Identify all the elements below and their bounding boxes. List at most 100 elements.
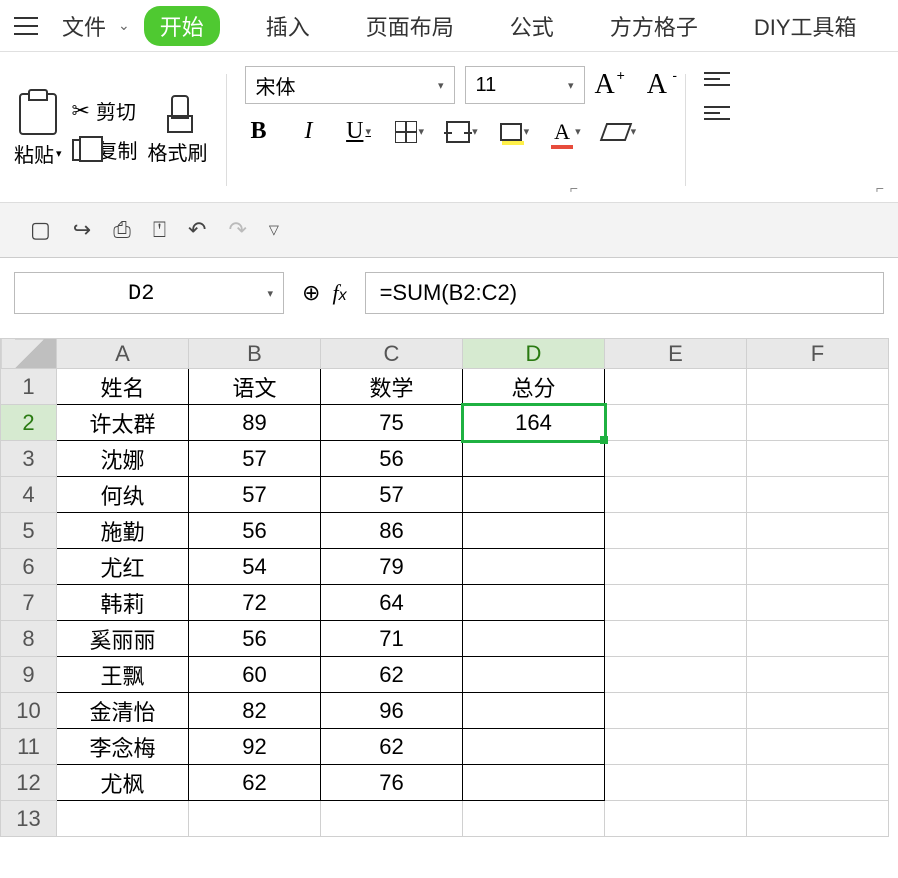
menu-insert[interactable]: 插入 xyxy=(256,6,320,46)
column-header-C[interactable]: C xyxy=(321,339,463,369)
cut-button[interactable]: ✂剪切 xyxy=(72,96,138,125)
align-left-button[interactable] xyxy=(704,72,730,86)
print-preview-button[interactable]: ⍞ xyxy=(153,217,166,243)
row-header[interactable]: 11 xyxy=(1,729,57,765)
cell[interactable]: 54 xyxy=(189,549,321,585)
cell[interactable] xyxy=(605,765,747,801)
cell[interactable]: 语文 xyxy=(189,369,321,405)
cell[interactable] xyxy=(189,801,321,837)
dialog-launcher-icon[interactable]: ⌐ xyxy=(570,180,578,196)
copy-button[interactable]: 复制 xyxy=(72,135,138,164)
cell[interactable]: 56 xyxy=(189,513,321,549)
cell[interactable] xyxy=(463,729,605,765)
cell[interactable] xyxy=(605,693,747,729)
bold-button[interactable]: B xyxy=(245,118,273,145)
hamburger-icon[interactable] xyxy=(14,17,38,35)
cell[interactable]: 56 xyxy=(189,621,321,657)
format-painter-button[interactable]: 格式刷 xyxy=(148,95,208,166)
cell[interactable]: 57 xyxy=(321,477,463,513)
cell[interactable]: 89 xyxy=(189,405,321,441)
cell[interactable]: 李念梅 xyxy=(57,729,189,765)
row-header[interactable]: 3 xyxy=(1,441,57,477)
cell[interactable] xyxy=(463,441,605,477)
cell[interactable]: 76 xyxy=(321,765,463,801)
cell[interactable] xyxy=(747,693,889,729)
borders-button[interactable]: ▾ xyxy=(395,121,425,143)
cell[interactable] xyxy=(747,621,889,657)
menu-file[interactable]: 文件 xyxy=(52,6,116,46)
cell[interactable]: 何纨 xyxy=(57,477,189,513)
save-button[interactable]: ▢ xyxy=(30,217,51,243)
cell[interactable] xyxy=(321,801,463,837)
cell[interactable]: 尤枫 xyxy=(57,765,189,801)
select-all-corner[interactable] xyxy=(1,339,57,369)
row-header[interactable]: 7 xyxy=(1,585,57,621)
cell[interactable] xyxy=(605,441,747,477)
increase-font-button[interactable]: A+ xyxy=(595,69,615,101)
cell[interactable] xyxy=(463,549,605,585)
dialog-launcher-icon[interactable]: ⌐ xyxy=(876,180,884,196)
cell[interactable] xyxy=(605,621,747,657)
font-name-select[interactable]: 宋体▾ xyxy=(245,66,455,104)
cell[interactable] xyxy=(747,369,889,405)
cell[interactable]: 金清怡 xyxy=(57,693,189,729)
row-header[interactable]: 6 xyxy=(1,549,57,585)
cell[interactable]: 韩莉 xyxy=(57,585,189,621)
cell[interactable] xyxy=(463,621,605,657)
cell[interactable]: 奚丽丽 xyxy=(57,621,189,657)
menu-layout[interactable]: 页面布局 xyxy=(356,6,464,46)
cell[interactable]: 56 xyxy=(321,441,463,477)
cell[interactable]: 79 xyxy=(321,549,463,585)
cell[interactable] xyxy=(747,549,889,585)
row-header[interactable]: 9 xyxy=(1,657,57,693)
cell[interactable]: 62 xyxy=(189,765,321,801)
fill-handle[interactable] xyxy=(600,436,608,444)
cell[interactable]: 57 xyxy=(189,477,321,513)
clear-button[interactable]: ▾ xyxy=(603,123,637,141)
formula-input[interactable]: =SUM(B2:C2) xyxy=(365,272,884,314)
row-header[interactable]: 5 xyxy=(1,513,57,549)
cell[interactable]: 92 xyxy=(189,729,321,765)
column-header-E[interactable]: E xyxy=(605,339,747,369)
undo-button[interactable]: ↶ xyxy=(188,217,206,243)
cell[interactable] xyxy=(747,729,889,765)
menu-start[interactable]: 开始 xyxy=(144,6,220,46)
cell[interactable]: 沈娜 xyxy=(57,441,189,477)
cell[interactable] xyxy=(747,477,889,513)
merge-button[interactable]: ▾ xyxy=(446,121,478,143)
cell[interactable]: 姓名 xyxy=(57,369,189,405)
menu-fangfang[interactable]: 方方格子 xyxy=(600,6,708,46)
cell[interactable] xyxy=(747,801,889,837)
fx-button[interactable]: fx xyxy=(332,280,346,306)
cell[interactable] xyxy=(605,729,747,765)
zoom-icon[interactable]: ⊕ xyxy=(302,280,320,306)
italic-button[interactable]: I xyxy=(295,118,323,145)
column-header-A[interactable]: A xyxy=(57,339,189,369)
cell[interactable] xyxy=(747,585,889,621)
row-header[interactable]: 1 xyxy=(1,369,57,405)
column-header-B[interactable]: B xyxy=(189,339,321,369)
column-header-F[interactable]: F xyxy=(747,339,889,369)
cell[interactable]: 86 xyxy=(321,513,463,549)
fill-color-button[interactable]: ▾ xyxy=(500,123,530,141)
font-size-select[interactable]: 11▾ xyxy=(465,66,585,104)
cell[interactable] xyxy=(463,585,605,621)
cell[interactable]: 64 xyxy=(321,585,463,621)
chevron-down-icon[interactable]: ▾ xyxy=(56,147,62,160)
cell[interactable]: 60 xyxy=(189,657,321,693)
column-header-D[interactable]: D xyxy=(463,339,605,369)
align-left-button[interactable] xyxy=(704,106,730,120)
cell[interactable]: 数学 xyxy=(321,369,463,405)
cell[interactable]: 施勤 xyxy=(57,513,189,549)
cell[interactable] xyxy=(463,513,605,549)
cell[interactable] xyxy=(747,405,889,441)
cell[interactable]: 96 xyxy=(321,693,463,729)
cell[interactable] xyxy=(605,369,747,405)
name-box[interactable]: D2 ▾ xyxy=(14,272,284,314)
cell[interactable] xyxy=(605,549,747,585)
row-header[interactable]: 8 xyxy=(1,621,57,657)
row-header[interactable]: 10 xyxy=(1,693,57,729)
row-header[interactable]: 2 xyxy=(1,405,57,441)
qat-more-button[interactable]: ▽ xyxy=(269,222,279,238)
print-button[interactable]: ⎙ xyxy=(113,217,131,243)
